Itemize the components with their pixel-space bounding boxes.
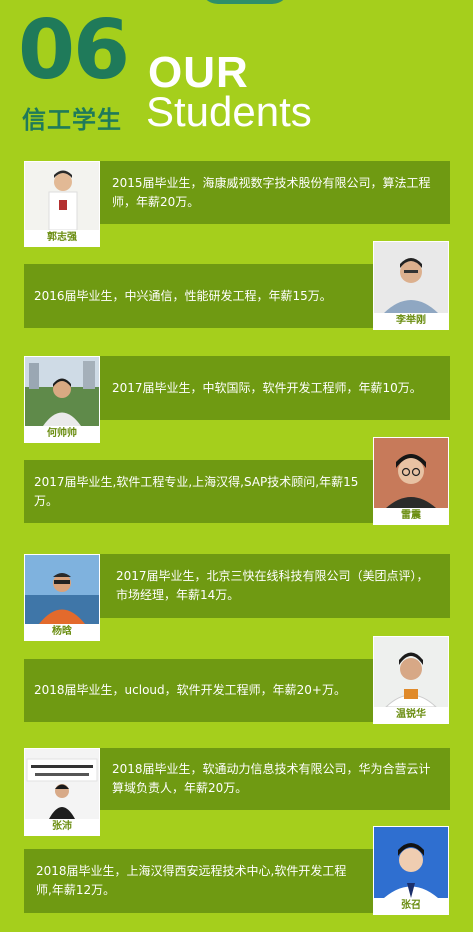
student-description: 2015届毕业生，海康威视数字技术股份有限公司，算法工程师，年薪20万。 bbox=[112, 175, 431, 209]
student-name: 郭志强 bbox=[25, 230, 99, 246]
student-description: 2018届毕业生，ucloud，软件开发工程师，年薪20+万。 bbox=[34, 683, 346, 697]
student-description: 2018届毕业生，上海汉得西安远程技术中心,软件开发工程师,年薪12万。 bbox=[36, 864, 347, 897]
student-name: 张召 bbox=[374, 898, 448, 914]
student-name: 温锐华 bbox=[374, 707, 448, 723]
section-number: 06 bbox=[18, 3, 130, 98]
portrait-image bbox=[25, 555, 99, 624]
portrait-image bbox=[25, 749, 99, 819]
student-photo: 张召 bbox=[373, 826, 449, 915]
student-photo: 李举刚 bbox=[373, 241, 449, 330]
student-card: 2018届毕业生，ucloud，软件开发工程师，年薪20+万。 bbox=[24, 659, 374, 722]
portrait-image bbox=[374, 827, 448, 898]
student-photo: 何帅帅 bbox=[24, 356, 100, 443]
student-card: 2017届毕业生,软件工程专业,上海汉得,SAP技术顾问,年薪15万。 bbox=[24, 460, 374, 523]
student-photo: 郭志强 bbox=[24, 161, 100, 247]
student-description: 2017届毕业生，中软国际，软件开发工程师，年薪10万。 bbox=[112, 380, 422, 395]
portrait-image bbox=[25, 357, 99, 426]
student-description: 2016届毕业生，中兴通信，性能研发工程，年薪15万。 bbox=[34, 288, 332, 303]
student-description: 2017届毕业生,软件工程专业,上海汉得,SAP技术顾问,年薪15万。 bbox=[34, 474, 359, 508]
student-name: 雷震 bbox=[374, 508, 448, 524]
section-title-cn: 信工学生 bbox=[22, 106, 122, 134]
student-description: 2018届毕业生，软通动力信息技术有限公司，华为合营云计算域负责人，年薪20万。 bbox=[112, 762, 431, 795]
portrait-image bbox=[374, 242, 448, 313]
student-name: 何帅帅 bbox=[25, 426, 99, 442]
student-name: 李举刚 bbox=[374, 313, 448, 329]
portrait-image bbox=[374, 438, 448, 508]
portrait-image bbox=[374, 637, 448, 707]
student-photo: 温锐华 bbox=[373, 636, 449, 724]
student-name: 杨晗 bbox=[25, 624, 99, 640]
portrait-image bbox=[25, 162, 99, 230]
section-title-en-line2: Students bbox=[146, 88, 312, 135]
section-header: 06 信工学生 OUR Students bbox=[0, 0, 473, 150]
student-photo: 张沛 bbox=[24, 748, 100, 836]
student-card: 2018届毕业生，上海汉得西安远程技术中心,软件开发工程师,年薪12万。 bbox=[24, 849, 374, 913]
student-photo: 杨晗 bbox=[24, 554, 100, 641]
student-photo: 雷震 bbox=[373, 437, 449, 525]
student-card: 2016届毕业生，中兴通信，性能研发工程，年薪15万。 bbox=[24, 264, 374, 328]
student-name: 张沛 bbox=[25, 819, 99, 835]
student-description: 2017届毕业生，北京三快在线科技有限公司（美团点评），市场经理，年薪14万。 bbox=[116, 569, 429, 602]
